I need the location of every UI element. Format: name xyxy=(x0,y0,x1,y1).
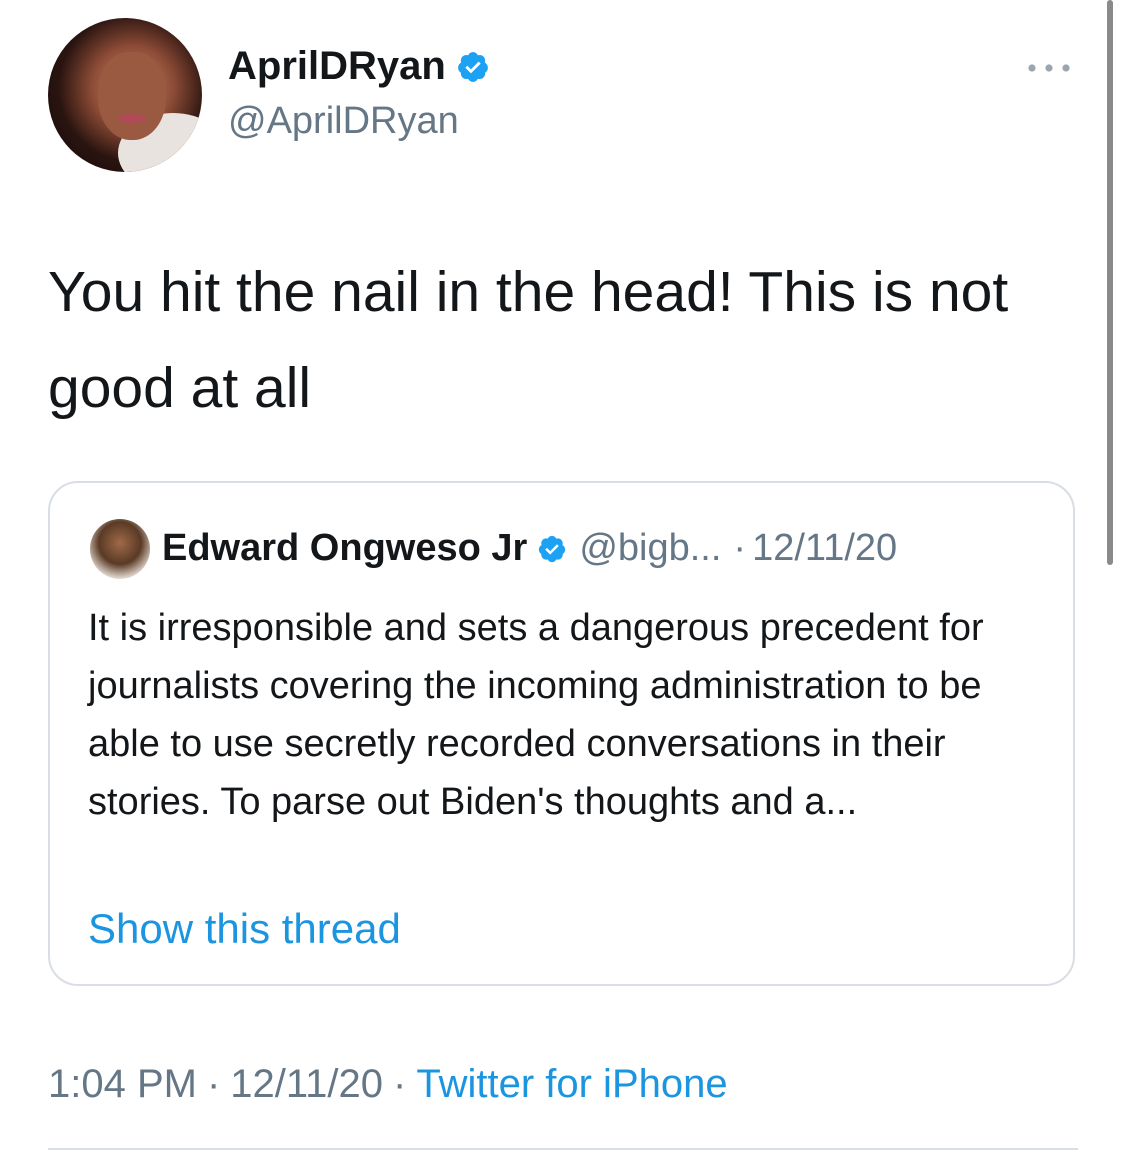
tweet-source-link[interactable]: Twitter for iPhone xyxy=(416,1062,727,1106)
quoted-tweet-card[interactable]: Edward Ongweso Jr @bigb... · 12/11/20 It… xyxy=(48,481,1075,986)
quoted-author-handle: @bigb... xyxy=(579,527,722,569)
author-name[interactable]: AprilDRyan xyxy=(228,44,490,89)
meta-separator: · xyxy=(393,1062,407,1106)
meta-separator: · xyxy=(206,1062,221,1106)
quoted-date-separator: · xyxy=(733,527,747,569)
quoted-author-avatar[interactable] xyxy=(90,519,150,579)
verified-badge-icon xyxy=(457,51,488,82)
divider xyxy=(48,1148,1078,1150)
quoted-tweet-text: It is irresponsible and sets a dangerous… xyxy=(88,607,984,823)
tweet-time: 1:04 PM xyxy=(48,1062,197,1106)
avatar-face xyxy=(98,52,166,140)
verified-badge-icon xyxy=(539,535,566,562)
author-name-text: AprilDRyan xyxy=(228,44,446,88)
quoted-author-name: Edward Ongweso Jr xyxy=(162,527,528,569)
tweet-date: 12/11/20 xyxy=(230,1062,384,1106)
author-handle[interactable]: @AprilDRyan xyxy=(228,100,459,143)
scrollbar[interactable] xyxy=(1107,0,1113,565)
quoted-tweet-header: Edward Ongweso Jr @bigb... · 12/11/20 xyxy=(162,527,897,570)
tweet-text: You hit the nail in the head! This is no… xyxy=(48,260,1009,420)
avatar-lips xyxy=(118,114,146,123)
show-thread-link[interactable]: Show this thread xyxy=(88,905,401,953)
quoted-tweet-date: 12/11/20 xyxy=(752,527,898,569)
author-avatar[interactable] xyxy=(48,18,202,172)
tweet-meta: 1:04 PM · 12/11/20 · Twitter for iPhone xyxy=(48,1062,728,1107)
more-dots-icon[interactable] xyxy=(1024,56,1074,80)
